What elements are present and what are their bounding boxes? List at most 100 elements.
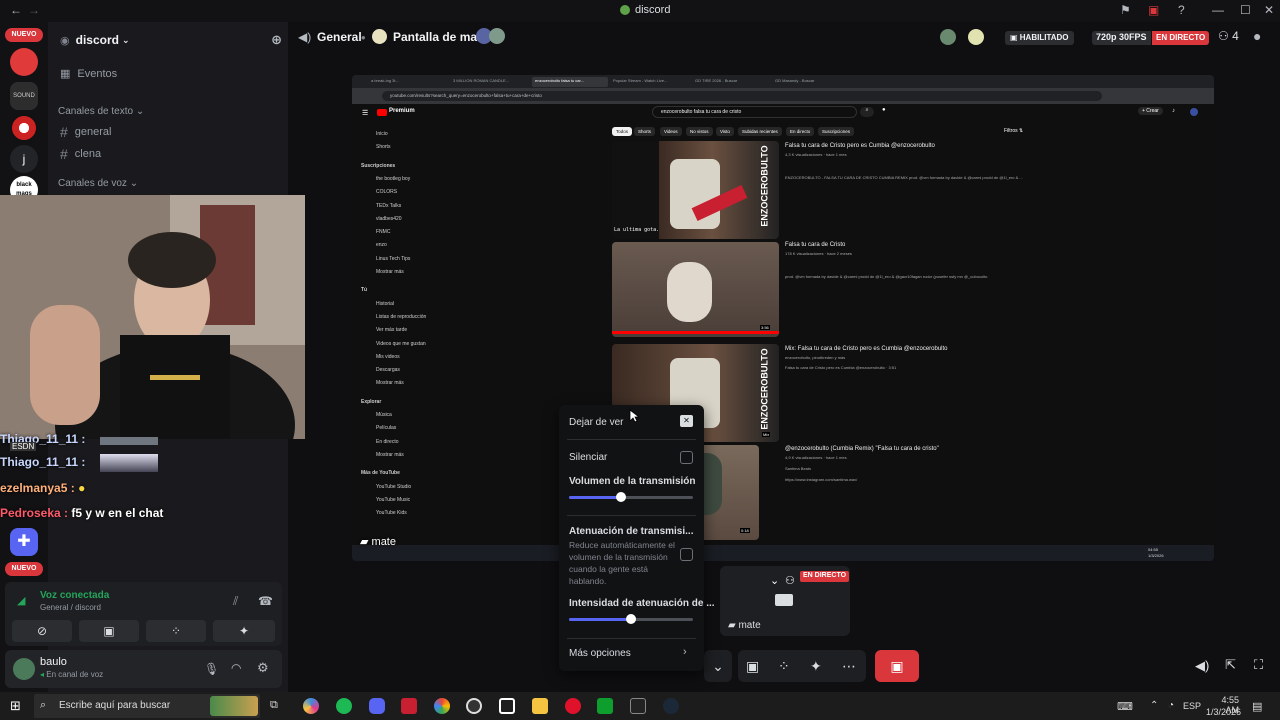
update-icon[interactable]: ▣ xyxy=(1148,3,1159,17)
voice-location[interactable]: General / discord xyxy=(40,603,101,612)
filter-chip[interactable]: Subidas recientes xyxy=(738,127,782,136)
new-badge-2[interactable]: NUEVO xyxy=(5,562,43,576)
server-header[interactable]: ◉ discord ⌄ ⊕ xyxy=(60,30,286,50)
youtube-sidebar-item[interactable]: Mostrar más xyxy=(376,269,404,275)
camera-off-button[interactable]: ⊘ xyxy=(12,620,72,642)
discord-taskbar-icon[interactable] xyxy=(369,698,385,714)
youtube-sidebar-item[interactable]: Más de YouTube xyxy=(361,470,400,476)
task-view-icon[interactable]: ⧉ xyxy=(270,699,278,712)
discover-icon[interactable]: ✚ xyxy=(10,528,38,556)
filter-chip[interactable]: Suscripciones xyxy=(818,127,855,136)
stop-stream-button[interactable]: ▣ xyxy=(875,650,919,682)
fullscreen-icon[interactable]: ⛶ xyxy=(1254,657,1263,673)
minimize-icon[interactable]: — xyxy=(1212,3,1224,17)
server-icon-red[interactable] xyxy=(10,48,38,76)
user-name[interactable]: baulo xyxy=(40,656,67,668)
attenuation-label[interactable]: Atenuación de transmisi... xyxy=(569,526,693,537)
more-options-item[interactable]: Más opciones xyxy=(569,648,631,659)
add-user-icon[interactable]: ⚇ xyxy=(785,574,795,587)
filter-chip[interactable]: En directo xyxy=(786,127,815,136)
youtube-sidebar-item[interactable]: Mostrar más xyxy=(376,452,404,458)
close-window-icon[interactable]: ✕ xyxy=(1264,3,1274,17)
youtube-sidebar-item[interactable]: YouTube Kids xyxy=(376,510,407,516)
app-icon-green[interactable] xyxy=(597,698,613,714)
activities-icon[interactable]: ⁘ xyxy=(778,650,790,682)
browser-tab[interactable]: 3 MILLION ROMAN CANDLE... xyxy=(450,77,530,87)
stream-mini-tile[interactable]: ⌄ ⚇ EN DIRECTO ▰ mate xyxy=(720,566,850,636)
chrome-icon[interactable] xyxy=(434,698,450,714)
youtube-sidebar-item[interactable]: YouTube Music xyxy=(376,497,410,503)
address-bar[interactable]: youtube.com/results?search_query=enzocer… xyxy=(382,91,1102,101)
chevron-down-icon[interactable]: ⌄ xyxy=(770,574,779,587)
avatar[interactable] xyxy=(13,658,35,680)
app-icon[interactable] xyxy=(401,698,417,714)
browser-tab[interactable]: GD Maxandy - Buscar xyxy=(772,77,852,87)
inbox-icon[interactable]: ⚑ xyxy=(1120,3,1131,17)
github-icon[interactable] xyxy=(466,698,482,714)
file-explorer-icon[interactable] xyxy=(532,698,548,714)
attenuation-checkbox[interactable] xyxy=(680,548,693,561)
add-member-icon[interactable]: ⊕ xyxy=(271,32,282,48)
microphone-icon[interactable]: 🎙︎ xyxy=(204,662,219,676)
mute-checkbox[interactable] xyxy=(680,451,693,464)
filter-chip[interactable]: No vistos xyxy=(686,127,713,136)
channel-general[interactable]: # general xyxy=(60,124,112,140)
youtube-sidebar-item[interactable]: Descargas xyxy=(376,367,400,373)
chevron-right-icon[interactable]: › xyxy=(683,646,687,658)
voice-channel-name[interactable]: General xyxy=(317,30,362,44)
youtube-sidebar-item[interactable]: vladbes420 xyxy=(376,216,402,222)
youtube-sidebar-item[interactable]: YouTube Studio xyxy=(376,484,411,490)
maximize-icon[interactable]: ☐ xyxy=(1240,3,1251,17)
account-avatar[interactable] xyxy=(1190,108,1198,116)
disconnect-icon[interactable]: ☎ xyxy=(258,594,273,608)
opera-icon[interactable] xyxy=(565,698,581,714)
text-category[interactable]: Canales de texto ⌄ xyxy=(58,106,144,117)
events-item[interactable]: ▦ Eventos xyxy=(60,67,117,81)
server-icon-crest[interactable] xyxy=(10,114,38,142)
mute-item[interactable]: Silenciar xyxy=(569,452,607,463)
share-screen-button[interactable]: ▣ xyxy=(79,620,139,642)
soundboard-icon[interactable]: ✦ xyxy=(810,650,822,682)
windows-start-icon[interactable]: ⊞ xyxy=(10,698,21,714)
youtube-sidebar-item[interactable]: TEDx Talks xyxy=(376,203,401,209)
browser-tab[interactable]: a break-ing 3t... xyxy=(368,77,448,87)
headphones-icon[interactable]: ◠ xyxy=(231,661,241,675)
youtube-sidebar-item[interactable]: Mostrar más xyxy=(376,380,404,386)
youtube-sidebar-item[interactable]: the bootleg boy xyxy=(376,176,410,182)
youtube-sidebar-item[interactable]: Películas xyxy=(376,425,396,431)
server-icon-j[interactable]: j xyxy=(10,145,38,173)
stream-video[interactable]: a break-ing 3t... 3 MILLION ROMAN CANDLE… xyxy=(352,75,1214,561)
back-arrow-icon[interactable]: ← xyxy=(10,3,22,17)
browser-tab-active[interactable]: enzocerobulto falsa tu car... xyxy=(532,77,608,87)
activities-button[interactable]: ⁘ xyxy=(146,620,206,642)
youtube-search-input[interactable]: enzocerobulto falsa tu cara de cristo xyxy=(652,106,857,118)
chat-bubble-icon[interactable]: ● xyxy=(1253,28,1261,44)
volume-slider-handle[interactable] xyxy=(616,492,627,502)
help-icon[interactable]: ? xyxy=(1178,3,1185,17)
share-options-dropdown[interactable]: ⌄ xyxy=(704,650,732,682)
volume-icon[interactable]: ◀) xyxy=(1195,658,1209,674)
notifications-icon[interactable]: ▤ xyxy=(1252,700,1262,713)
browser-tab[interactable]: Popular Stream - Watch Live... xyxy=(610,77,690,87)
video-title[interactable]: Falsa tu cara de Cristo pero es Cumbia @… xyxy=(785,143,935,149)
youtube-sidebar-item[interactable]: Suscripciones xyxy=(361,163,395,169)
search-icon[interactable]: ⌕ xyxy=(860,107,874,117)
filter-chip[interactable]: Shorts xyxy=(634,127,656,136)
youtube-sidebar-item[interactable]: Historial xyxy=(376,301,394,307)
volume-slider[interactable] xyxy=(569,492,693,502)
epic-games-icon[interactable] xyxy=(630,698,646,714)
filter-chip[interactable]: Todos xyxy=(612,127,633,136)
channel-clena[interactable]: # clena xyxy=(60,146,101,162)
video-title[interactable]: Falsa tu cara de Cristo xyxy=(785,242,845,248)
video-title[interactable]: @enzocerobulto (Cumbia Remix) "Falsa tu … xyxy=(785,446,939,452)
signal-icon[interactable]: ◢ xyxy=(17,594,25,607)
viewers-icon[interactable]: ⚇ 4 xyxy=(1218,29,1239,43)
youtube-sidebar-item[interactable]: Tú xyxy=(361,287,367,293)
youtube-sidebar-item[interactable]: Mis videos xyxy=(376,354,400,360)
forward-arrow-icon[interactable]: → xyxy=(28,3,40,17)
youtube-sidebar-item[interactable]: Ver más tarde xyxy=(376,327,407,333)
participant-avatar[interactable] xyxy=(940,29,956,45)
voice-category[interactable]: Canales de voz ⌄ xyxy=(58,178,138,189)
copilot-icon[interactable] xyxy=(303,698,319,714)
filter-chip[interactable]: Videos xyxy=(660,127,682,136)
